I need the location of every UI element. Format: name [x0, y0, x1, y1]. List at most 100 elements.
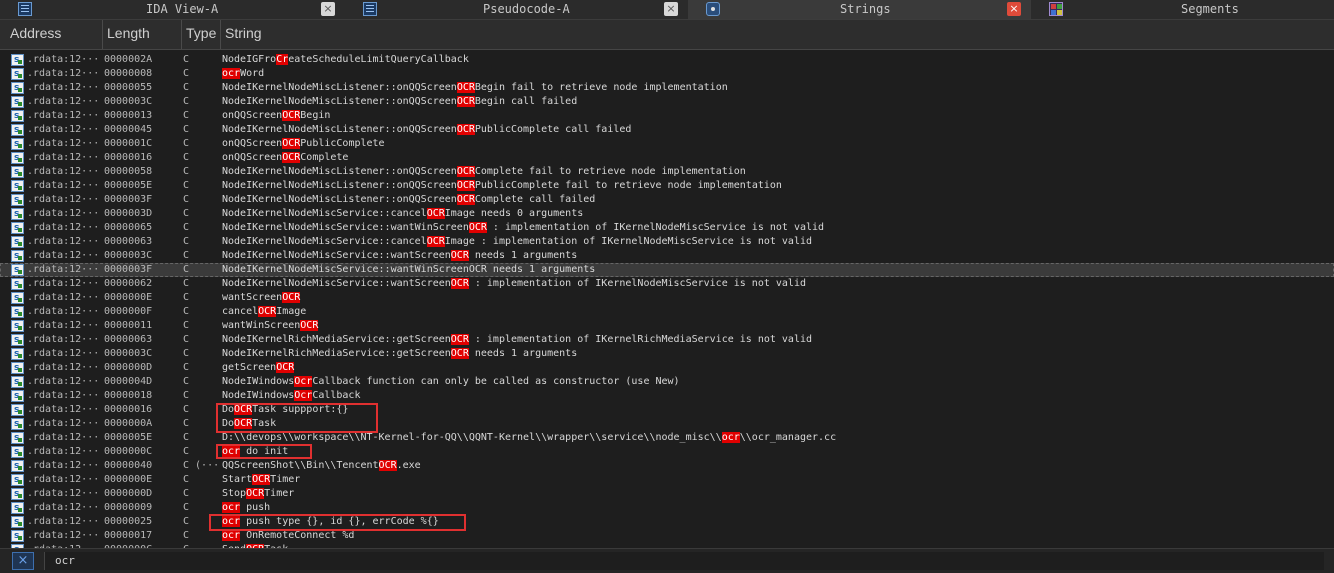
type-cell: C — [183, 124, 190, 135]
column-header-length[interactable]: Length — [103, 20, 182, 49]
table-row[interactable]: .rdata:12··· 00000058 C NodeIKernelNodeMisc… — [0, 165, 1334, 179]
table-row[interactable]: .rdata:12··· 00000062 C NodeIKernelNodeMisc… — [0, 277, 1334, 291]
filter-input[interactable]: ocr — [44, 552, 1324, 570]
tab-pseudocode[interactable]: Pseudocode-A × — [345, 0, 688, 19]
string-text: onQQScreen — [222, 152, 283, 163]
search-match-highlight: OCR — [456, 82, 475, 93]
string-text: Image : implementation of IKernelNodeMis… — [444, 236, 813, 247]
string-text: NodeIKernelNodeMiscService::wantScreen — [222, 250, 451, 261]
string-text: Timer — [264, 488, 295, 499]
table-row[interactable]: .rdata:12··· 00000017 Cocr OnRemoteConnect… — [0, 529, 1334, 543]
string-icon — [11, 165, 24, 179]
column-header-type[interactable]: Type — [182, 20, 221, 49]
type-cell: C — [183, 432, 190, 443]
string-cell: NodeIKernelNodeMiscService::wantWinScree… — [222, 263, 595, 277]
table-row[interactable]: .rdata:12··· 00000009 Cocr push — [0, 501, 1334, 515]
string-cell: ocr OnRemoteConnect %d — [222, 529, 354, 543]
table-row[interactable]: .rdata:12··· 0000001C ConQQScreenOCRPublic… — [0, 137, 1334, 151]
search-match-highlight: Cr — [276, 54, 289, 65]
length-cell: 0000005E — [104, 180, 153, 191]
string-text: NodeIKernelNodeMiscListener::onQQScreen — [222, 194, 457, 205]
table-row[interactable]: .rdata:12··· 0000000F CcancelOCRImage — [0, 305, 1334, 319]
close-icon[interactable]: × — [1007, 2, 1021, 16]
length-cell: 0000002A — [104, 54, 153, 65]
column-header: Address Length Type String — [0, 20, 1334, 50]
string-icon — [11, 501, 24, 515]
tab-label: Segments — [1181, 2, 1239, 16]
string-cell: NodeIKernelNodeMiscService::cancelOCRIma… — [222, 207, 583, 221]
segments-icon — [1049, 2, 1063, 16]
search-match-highlight: ocr — [721, 432, 740, 443]
string-text: OnRemoteConnect %d — [240, 530, 355, 541]
gear-icon — [706, 2, 720, 16]
string-text: Start — [222, 474, 253, 485]
table-row[interactable]: .rdata:12···00000016CDoOCRTask suppport:… — [0, 403, 1334, 417]
table-row[interactable]: .rdata:12··· 00000063 C NodeIKernelNodeMisc… — [0, 235, 1334, 249]
string-text: Begin — [300, 110, 331, 121]
table-row[interactable]: .rdata:12··· 0000002A C NodeIGFroCreateSche… — [0, 53, 1334, 67]
type-cell: C — [183, 96, 190, 107]
string-cell: cancelOCRImage — [222, 305, 306, 319]
address-cell: .rdata:12··· — [27, 82, 100, 93]
close-icon[interactable]: × — [664, 2, 678, 16]
table-row[interactable]: .rdata:12··· 00000016 ConQQScreenOCRComple… — [0, 151, 1334, 165]
column-header-string[interactable]: String — [221, 20, 1334, 49]
type-cell: C — [183, 180, 190, 191]
close-icon[interactable]: × — [321, 2, 335, 16]
search-match-highlight: OCR — [282, 292, 301, 303]
tab-segments[interactable]: Segments — [1031, 0, 1334, 19]
address-cell: .rdata:12··· — [27, 530, 100, 541]
table-row[interactable]: .rdata:12··· 0000003F C NodeIKernelNodeMisc… — [0, 193, 1334, 207]
table-row[interactable]: .rdata:12··· 00000018 C NodeIWindowsOcrCall… — [0, 389, 1334, 403]
table-row[interactable]: .rdata:12··· 0000003F C NodeIKernelNodeMisc… — [0, 263, 1334, 277]
string-cell: wantScreenOCR — [222, 291, 301, 305]
table-row[interactable]: .rdata:12···0000000ACDoOCRTask — [0, 417, 1334, 431]
table-row[interactable]: .rdata:12··· 0000000D CgetScreenOCR — [0, 361, 1334, 375]
table-row[interactable]: .rdata:12··· 0000003C C NodeIKernelNodeMisc… — [0, 95, 1334, 109]
type-cell: C — [183, 334, 190, 345]
string-text: NodeIKernelRichMediaService::getScreen — [222, 334, 451, 345]
table-row[interactable]: .rdata:12···00000025Cocr push type {}, i… — [0, 515, 1334, 529]
address-cell: .rdata:12··· — [27, 404, 100, 415]
table-row[interactable]: .rdata:12··· 00000063 C NodeIKernelRichMedi… — [0, 333, 1334, 347]
tab-strings[interactable]: Strings × — [688, 0, 1031, 19]
length-cell: 0000003F — [104, 264, 153, 275]
search-match-highlight: OCR — [456, 124, 475, 135]
column-header-address[interactable]: Address — [6, 20, 103, 49]
length-cell: 00000018 — [104, 390, 153, 401]
table-row[interactable]: .rdata:12··· 00000040 C (···QQScreenShot\\… — [0, 459, 1334, 473]
address-cell: .rdata:12··· — [27, 502, 100, 513]
table-row[interactable]: .rdata:12··· 00000045 C NodeIKernelNodeMisc… — [0, 123, 1334, 137]
type-cell: C — [183, 250, 190, 261]
type-cell: C — [183, 306, 190, 317]
string-icon — [11, 193, 24, 207]
table-row[interactable]: .rdata:12··· 00000011 CwantWinScreenOCR — [0, 319, 1334, 333]
strings-list: .rdata:12··· 0000002A C NodeIGFroCreateSche… — [0, 52, 1334, 548]
table-row[interactable]: .rdata:12··· 0000003C C NodeIKernelRichMedi… — [0, 347, 1334, 361]
table-row[interactable]: .rdata:12··· 00000013 ConQQScreenOCRBegin — [0, 109, 1334, 123]
address-cell: .rdata:12··· — [27, 292, 100, 303]
table-row[interactable]: .rdata:12··· 00000065 C NodeIKernelNodeMisc… — [0, 221, 1334, 235]
table-row[interactable]: .rdata:12··· 0000000D C StopOCRTimer — [0, 487, 1334, 501]
string-icon — [11, 151, 24, 165]
table-row[interactable]: .rdata:12··· 0000005E C D:\\devops\\workspa… — [0, 431, 1334, 445]
string-text: eateScheduleLimitQueryCallback — [288, 54, 469, 65]
type-cell: C — [183, 166, 190, 177]
address-cell: .rdata:12··· — [27, 320, 100, 331]
table-row[interactable]: .rdata:12··· 0000000E CwantScreenOCR — [0, 291, 1334, 305]
table-row[interactable]: .rdata:12··· 0000004D C NodeIWindowsOcrCall… — [0, 375, 1334, 389]
close-filter-icon[interactable]: × — [12, 552, 34, 570]
table-row[interactable]: .rdata:12··· 0000003C C NodeIKernelNodeMisc… — [0, 249, 1334, 263]
tab-ida-view[interactable]: IDA View-A × — [0, 0, 345, 19]
table-row[interactable]: .rdata:12··· 00000008 CocrWord — [0, 67, 1334, 81]
table-row[interactable]: .rdata:12··· 0000000E C StartOCRTimer — [0, 473, 1334, 487]
table-row[interactable]: .rdata:12···0000000CCocr do init — [0, 445, 1334, 459]
table-row[interactable]: .rdata:12··· 0000005E C NodeIKernelNodeMisc… — [0, 179, 1334, 193]
table-row[interactable]: .rdata:12··· 00000055 C NodeIKernelNodeMisc… — [0, 81, 1334, 95]
string-text: onQQScreen — [222, 138, 283, 149]
string-text: NodeIKernelNodeMiscService::cancel — [222, 236, 427, 247]
search-match-highlight: OCR — [258, 306, 277, 317]
string-icon — [11, 361, 24, 375]
string-text: NodeIKernelNodeMiscService::wantScreen — [222, 278, 451, 289]
table-row[interactable]: .rdata:12··· 0000003D C NodeIKernelNodeMisc… — [0, 207, 1334, 221]
